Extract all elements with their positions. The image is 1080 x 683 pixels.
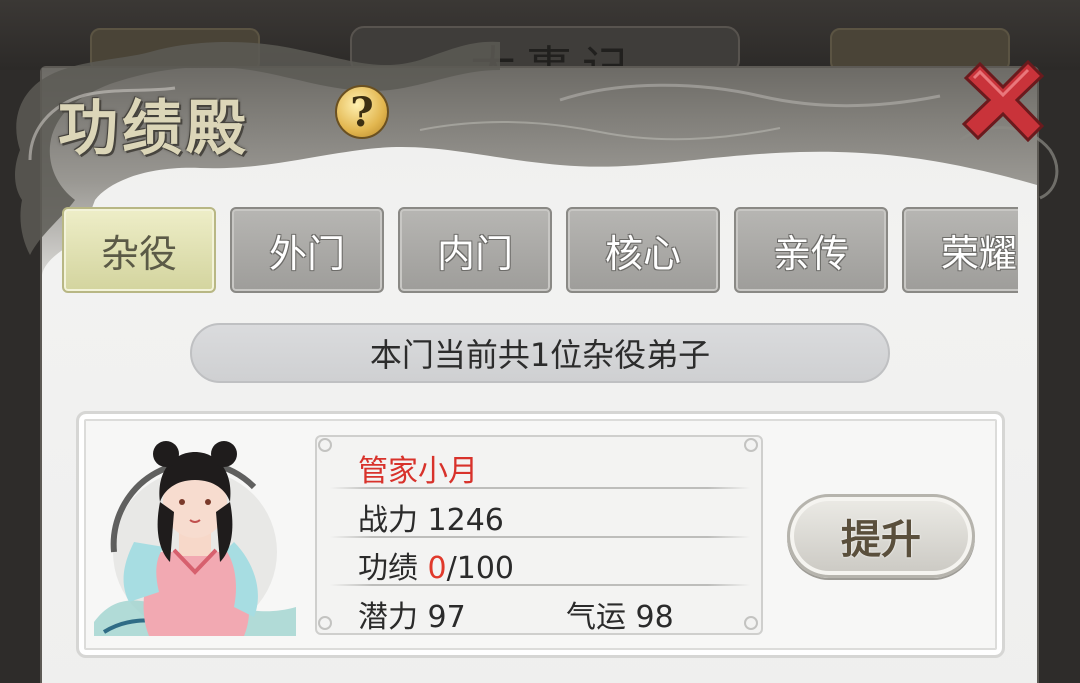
panel-title: 功绩殿 [58, 94, 250, 164]
luck-row: 气运 98 [566, 592, 674, 636]
help-button[interactable]: ? [335, 85, 389, 139]
disciple-name: 管家小月 [358, 454, 478, 489]
merit-current: 0 [427, 551, 447, 586]
potential-value: 97 [427, 600, 466, 635]
power-value: 1246 [427, 503, 504, 538]
tab-servant[interactable]: 杂役 [62, 207, 216, 293]
help-icon: ? [350, 88, 374, 136]
upgrade-button-label: 提升 [841, 516, 921, 563]
upgrade-button[interactable]: 提升 [787, 494, 975, 578]
luck-label: 气运 [566, 600, 626, 635]
corner-ornament [318, 438, 332, 452]
disciple-count-banner: 本门当前共1位杂役弟子 [190, 323, 890, 383]
close-button[interactable] [958, 56, 1048, 142]
divider [330, 584, 750, 586]
luck-value: 98 [635, 600, 674, 635]
divider [330, 536, 750, 538]
tab-personal-disciple[interactable]: 亲传 [734, 207, 888, 293]
tab-inner-disciple[interactable]: 内门 [398, 207, 552, 293]
tab-core-disciple[interactable]: 核心 [566, 207, 720, 293]
divider [330, 487, 750, 489]
merit-row: 功绩 0/100 [358, 543, 514, 587]
disciple-count-text: 本门当前共1位杂役弟子 [369, 336, 711, 374]
power-row: 战力 1246 [358, 495, 504, 539]
rank-tabs: 杂役 外门 内门 核心 亲传 荣耀 [62, 207, 1018, 295]
tab-honor[interactable]: 荣耀 [902, 207, 1018, 293]
power-label: 战力 [358, 503, 418, 538]
corner-ornament [744, 438, 758, 452]
potential-label: 潜力 [358, 600, 418, 635]
merit-max: /100 [446, 551, 515, 586]
corner-ornament [744, 616, 758, 630]
disciple-portrait [94, 441, 296, 636]
corner-ornament [318, 616, 332, 630]
potential-row: 潜力 97 [358, 592, 466, 636]
close-icon [961, 59, 1045, 142]
tab-outer-disciple[interactable]: 外门 [230, 207, 384, 293]
merit-label: 功绩 [358, 551, 418, 586]
